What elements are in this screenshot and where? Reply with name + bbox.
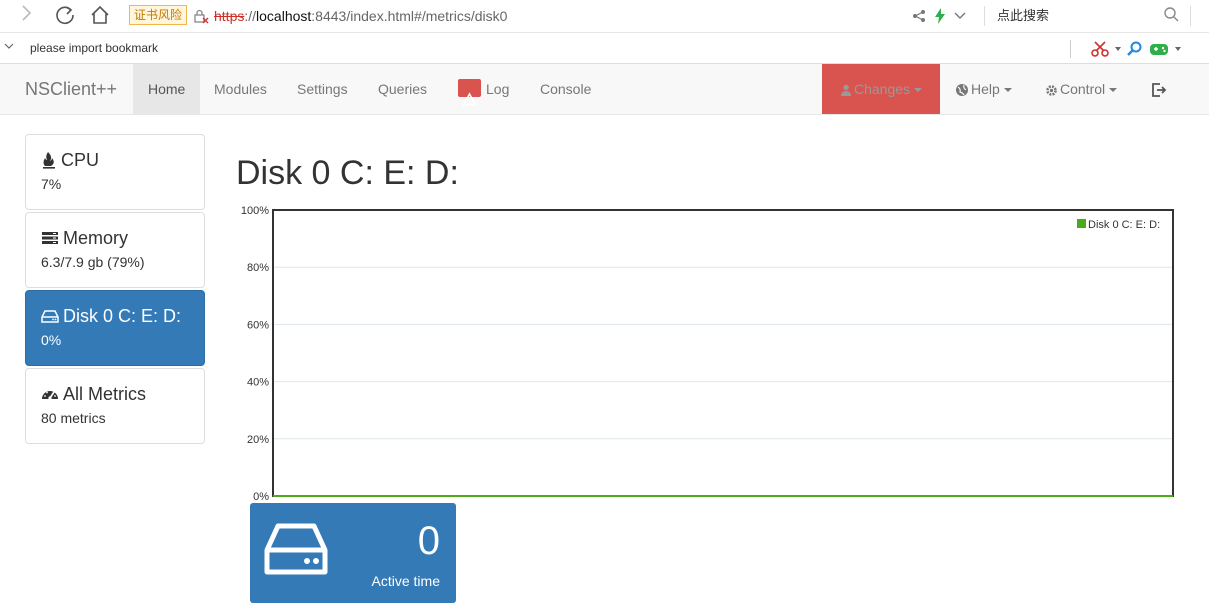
active-time-label: Active time: [371, 573, 440, 589]
hdd-icon: [264, 523, 328, 575]
chevron-down-icon[interactable]: [4, 41, 14, 53]
caret-down-icon: [1109, 88, 1118, 93]
active-time-value: 0: [417, 519, 440, 563]
dashboard-icon: [42, 391, 58, 400]
url-separator: ://: [244, 8, 257, 24]
url-scheme: https: [214, 8, 245, 24]
cert-risk-badge[interactable]: 证书风险: [129, 5, 188, 25]
bookmark-import-prompt[interactable]: please import bookmark: [30, 41, 158, 55]
caret-down-icon[interactable]: [1115, 47, 1121, 51]
sidebar-item-all-metrics[interactable]: All Metrics 80 metrics: [25, 368, 205, 444]
sidebar-item-cpu[interactable]: CPU 7%: [25, 134, 205, 210]
plot-frame: [272, 209, 1174, 497]
browser-toolbar: 证书风险 https://localhost:8443/index.html#/…: [0, 0, 1209, 33]
y-tick-label: 40%: [247, 377, 269, 389]
toolbar-divider: [984, 6, 985, 26]
page-title: Disk 0 C: E: D:: [236, 154, 459, 192]
caret-down-icon[interactable]: [1175, 47, 1181, 51]
sidebar-item-memory[interactable]: Memory 6.3/7.9 gb (79%): [25, 212, 205, 288]
nav-queries[interactable]: Queries: [363, 64, 442, 114]
bookmark-bar: please import bookmark: [0, 33, 1209, 64]
chevron-down-icon[interactable]: [954, 11, 966, 21]
toolbar-divider: [1190, 6, 1191, 26]
logout-icon: [1152, 83, 1167, 98]
nav-control-label: Control: [1060, 81, 1106, 97]
toolbar-divider: [1070, 40, 1071, 58]
memory-icon: [42, 232, 58, 244]
caret-down-icon: [914, 88, 923, 93]
y-tick-label: 100%: [241, 205, 269, 217]
nav-control-dropdown[interactable]: Control: [1030, 64, 1132, 114]
sidebar-item-label: Memory: [63, 228, 129, 248]
nav-log-label: Log: [486, 81, 510, 97]
home-icon[interactable]: [87, 4, 113, 28]
brand-logo[interactable]: NSClient++: [25, 79, 117, 99]
forward-icon[interactable]: [14, 4, 40, 28]
search-icon[interactable]: [1163, 6, 1181, 24]
sidebar-item-title: All Metrics: [41, 383, 189, 405]
y-tick-label: 80%: [247, 262, 269, 274]
y-tick-label: 60%: [247, 319, 269, 331]
fire-icon: [43, 152, 55, 169]
nav-modules[interactable]: Modules: [199, 64, 282, 114]
disk-activity-chart: 0% 20% 40% 60% 80% 100% Disk 0 C: E: D:: [241, 205, 1174, 503]
url-path: :8443/index.html#/metrics/disk0: [311, 8, 508, 24]
lightning-icon[interactable]: [934, 8, 946, 24]
logout-button[interactable]: [1136, 64, 1182, 114]
sidebar-item-value: 0%: [41, 332, 62, 348]
nav-help-dropdown[interactable]: Help: [940, 64, 1027, 114]
y-tick-label: 20%: [247, 434, 269, 446]
hdd-icon: [41, 310, 59, 323]
sidebar-item-title: Memory: [41, 227, 189, 249]
extension-icons: [1070, 38, 1181, 60]
globe-icon: [956, 84, 968, 97]
active-time-tile: 0 Active time: [250, 503, 456, 603]
sidebar-item-title: CPU: [41, 149, 189, 171]
nav-console[interactable]: Console: [525, 64, 606, 114]
nav-changes-dropdown[interactable]: Changes: [822, 64, 940, 114]
gear-icon: [1046, 84, 1057, 96]
caret-down-icon: [1003, 88, 1012, 93]
gamepad-icon[interactable]: [1149, 41, 1169, 57]
sidebar-item-label: All Metrics: [63, 384, 147, 404]
address-bar[interactable]: https://localhost:8443/index.html#/metri…: [214, 6, 507, 26]
user-icon: [840, 85, 851, 97]
legend-label: Disk 0 C: E: D:: [1088, 219, 1160, 231]
url-host: localhost: [256, 8, 312, 24]
nav-home[interactable]: Home: [133, 64, 201, 114]
nav-settings[interactable]: Settings: [282, 64, 363, 114]
share-icon[interactable]: [912, 9, 926, 23]
sidebar-item-label: CPU: [61, 150, 100, 170]
sidebar-item-value: 7%: [41, 176, 62, 192]
nav-help-label: Help: [971, 81, 1000, 97]
sidebar-item-title: Disk 0 C: E: D:: [41, 305, 189, 327]
search-input[interactable]: 点此搜索: [997, 6, 1049, 26]
sidebar-item-value: 80 metrics: [41, 410, 106, 426]
sidebar-item-value: 6.3/7.9 gb (79%): [41, 254, 145, 270]
address-bar-actions: [912, 5, 966, 27]
magnifier-icon[interactable]: [1127, 41, 1143, 57]
sidebar-item-disk0[interactable]: Disk 0 C: E: D: 0%: [25, 290, 205, 366]
scissors-icon[interactable]: [1091, 41, 1109, 57]
insecure-lock-icon[interactable]: [193, 8, 209, 24]
legend-swatch: [1077, 219, 1086, 228]
warning-icon: [458, 79, 481, 107]
reload-icon[interactable]: [52, 4, 78, 28]
nav-log[interactable]: Log: [443, 64, 524, 114]
sidebar-item-label: Disk 0 C: E: D:: [63, 306, 182, 326]
main-navbar: NSClient++ Home Modules Settings Queries…: [0, 64, 1209, 115]
nav-changes-label: Changes: [853, 81, 911, 97]
y-tick-label: 0%: [253, 491, 269, 503]
